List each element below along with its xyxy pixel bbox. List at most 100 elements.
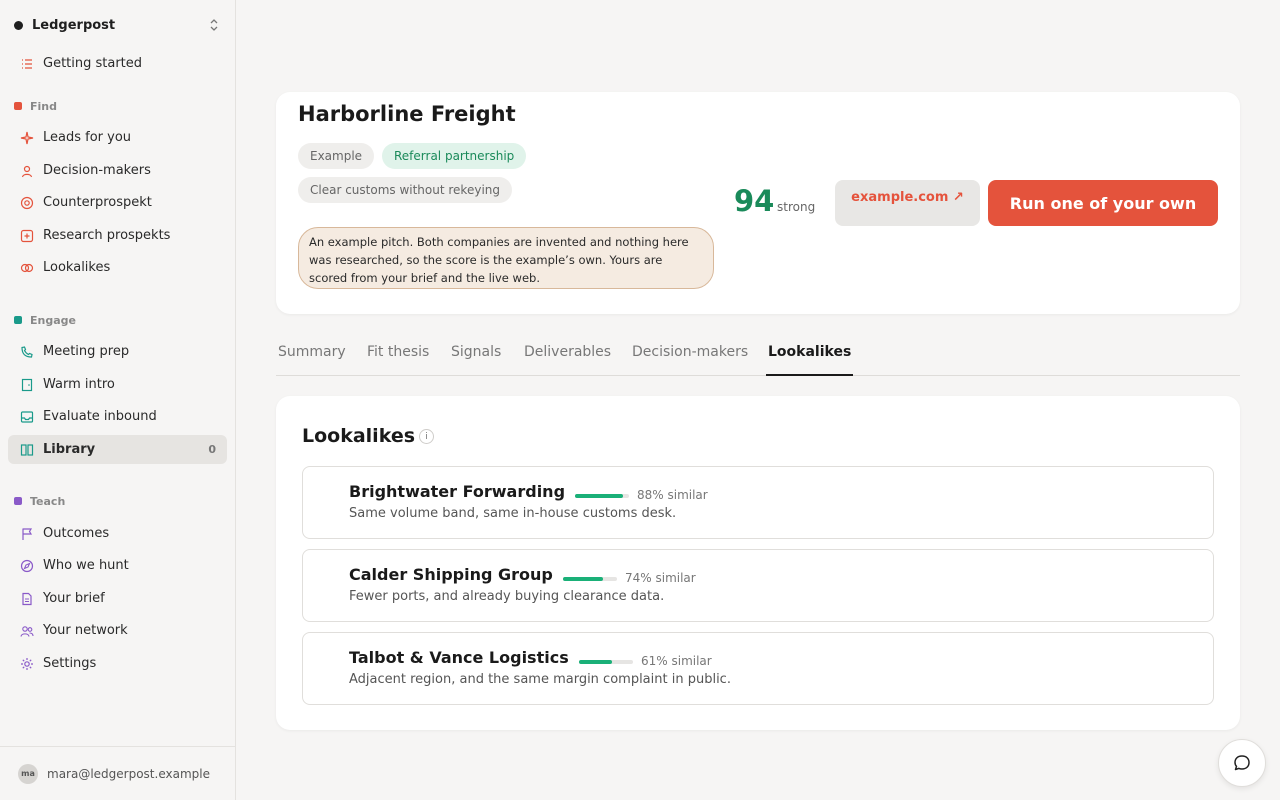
lookalike-description: Same volume band, same in-house customs … bbox=[349, 506, 677, 521]
sidebar-item-label: Lookalikes bbox=[43, 260, 111, 275]
sidebar-item-meeting-prep[interactable]: Meeting prep bbox=[8, 337, 227, 366]
similarity-bar bbox=[575, 494, 629, 498]
sidebar-item-label: Research prospekts bbox=[43, 228, 171, 243]
flag-icon bbox=[20, 527, 34, 541]
sidebar-item-label: Your brief bbox=[43, 591, 105, 606]
sidebar-item-label: Meeting prep bbox=[43, 344, 130, 359]
tab-signals[interactable]: Signals bbox=[449, 344, 503, 376]
sidebar-item-library[interactable]: Library 0 bbox=[8, 435, 227, 464]
section-find: Find bbox=[14, 99, 57, 113]
similarity-bar bbox=[563, 577, 617, 581]
section-marker bbox=[14, 316, 22, 324]
sidebar-item-label: Leads for you bbox=[43, 130, 132, 145]
sidebar: Ledgerpost Getting started Find Leads fo… bbox=[0, 0, 236, 800]
tab-decision-makers[interactable]: Decision-makers bbox=[630, 344, 750, 376]
user-email: mara@ledgerpost.example bbox=[47, 766, 210, 781]
lookalikes-title: Lookalikes bbox=[302, 425, 416, 447]
similarity-bar bbox=[579, 660, 633, 664]
tab-bar: Summary Fit thesis Signals Deliverables … bbox=[276, 340, 1240, 376]
user-account[interactable]: ma mara@ledgerpost.example bbox=[0, 746, 235, 800]
similarity-label: 61% similar bbox=[641, 654, 712, 668]
similarity-fill bbox=[563, 577, 603, 581]
sidebar-item-label: Getting started bbox=[43, 56, 143, 71]
section-teach: Teach bbox=[14, 494, 65, 508]
sidebar-item-your-network[interactable]: Your network bbox=[8, 616, 227, 645]
chat-bubble-icon bbox=[1234, 755, 1250, 771]
sidebar-item-decision-makers[interactable]: Decision-makers bbox=[8, 156, 227, 185]
sidebar-item-label: Warm intro bbox=[43, 377, 115, 392]
similarity-fill bbox=[575, 494, 623, 498]
sidebar-item-your-brief[interactable]: Your brief bbox=[8, 584, 227, 613]
fit-score-label: strong bbox=[777, 200, 816, 214]
gear-icon bbox=[20, 657, 34, 671]
fit-score: 94 bbox=[734, 184, 775, 218]
compass-icon bbox=[20, 559, 34, 573]
lookalike-name: Calder Shipping Group bbox=[349, 565, 553, 584]
lookalike-row[interactable]: Talbot & Vance Logistics 61% similar Adj… bbox=[302, 632, 1214, 705]
chat-button[interactable] bbox=[1218, 739, 1266, 787]
sidebar-item-label: Your network bbox=[43, 623, 128, 638]
sidebar-item-label: Settings bbox=[43, 656, 97, 671]
tab-deliverables[interactable]: Deliverables bbox=[522, 344, 613, 376]
sidebar-item-evaluate-inbound[interactable]: Evaluate inbound bbox=[8, 402, 227, 431]
section-marker bbox=[14, 497, 22, 505]
library-count: 0 bbox=[208, 443, 216, 456]
sidebar-item-warm-intro[interactable]: Warm intro bbox=[8, 370, 227, 399]
sidebar-item-lookalikes[interactable]: Lookalikes bbox=[8, 253, 227, 282]
tab-lookalikes[interactable]: Lookalikes bbox=[766, 344, 854, 376]
overlap-circles-icon bbox=[20, 261, 34, 275]
section-marker bbox=[14, 102, 22, 110]
sidebar-item-research-prospekts[interactable]: Research prospekts bbox=[8, 221, 227, 250]
tab-summary[interactable]: Summary bbox=[276, 344, 348, 376]
run-your-own-button[interactable]: Run one of your own bbox=[988, 180, 1218, 226]
section-engage: Engage bbox=[14, 313, 76, 327]
sidebar-item-counterprospekt[interactable]: Counterprospekt bbox=[8, 188, 227, 217]
sidebar-item-label: Library bbox=[43, 442, 96, 457]
tag-referral-partnership: Referral partnership bbox=[382, 143, 527, 169]
lookalike-description: Fewer ports, and already buying clearanc… bbox=[349, 589, 665, 604]
tab-fit-thesis[interactable]: Fit thesis bbox=[365, 344, 431, 376]
sparkle-icon bbox=[20, 131, 34, 145]
company-website-link[interactable]: example.com ↗ bbox=[835, 180, 980, 226]
tag-thesis: Clear customs without rekeying bbox=[298, 177, 512, 203]
lookalike-name: Talbot & Vance Logistics bbox=[349, 648, 569, 667]
sidebar-item-label: Who we hunt bbox=[43, 558, 129, 573]
phone-icon bbox=[20, 345, 34, 359]
sidebar-item-leads[interactable]: Leads for you bbox=[8, 123, 227, 152]
sidebar-item-label: Decision-makers bbox=[43, 163, 151, 178]
door-icon bbox=[20, 378, 34, 392]
list-icon bbox=[20, 57, 34, 71]
tag-example: Example bbox=[298, 143, 375, 169]
pitch-note: An example pitch. Both companies are inv… bbox=[298, 227, 714, 289]
lookalike-row[interactable]: Brightwater Forwarding 88% similar Same … bbox=[302, 466, 1214, 539]
lookalike-name: Brightwater Forwarding bbox=[349, 482, 566, 501]
sidebar-item-label: Evaluate inbound bbox=[43, 409, 157, 424]
chevron-updown-icon bbox=[210, 19, 218, 31]
company-header-card: Harborline Freight Example Referral part… bbox=[276, 92, 1240, 314]
section-label: Find bbox=[30, 99, 57, 113]
sidebar-item-label: Outcomes bbox=[43, 526, 110, 541]
similarity-label: 88% similar bbox=[637, 488, 708, 502]
lookalikes-card: Lookalikes i Brightwater Forwarding 88% … bbox=[276, 396, 1240, 730]
person-icon bbox=[20, 164, 34, 178]
similarity-fill bbox=[579, 660, 612, 664]
people-icon bbox=[20, 624, 34, 638]
lookalike-description: Adjacent region, and the same margin com… bbox=[349, 672, 731, 687]
section-label: Teach bbox=[30, 494, 66, 508]
workspace-name: Ledgerpost bbox=[32, 17, 116, 33]
lookalike-row[interactable]: Calder Shipping Group 74% similar Fewer … bbox=[302, 549, 1214, 622]
sidebar-item-settings[interactable]: Settings bbox=[8, 649, 227, 678]
plus-box-icon bbox=[20, 229, 34, 243]
workspace-switcher[interactable]: Ledgerpost bbox=[14, 14, 222, 36]
info-icon[interactable]: i bbox=[419, 429, 434, 444]
sidebar-item-outcomes[interactable]: Outcomes bbox=[8, 519, 227, 548]
workspace-dot bbox=[14, 20, 23, 30]
inbox-icon bbox=[20, 410, 34, 424]
sidebar-item-who-we-hunt[interactable]: Who we hunt bbox=[8, 551, 227, 580]
sidebar-item-getting-started[interactable]: Getting started bbox=[8, 49, 227, 78]
document-icon bbox=[20, 592, 34, 606]
sidebar-item-label: Counterprospekt bbox=[43, 195, 152, 210]
avatar: ma bbox=[18, 763, 38, 784]
target-icon bbox=[20, 196, 34, 210]
book-icon bbox=[20, 443, 34, 457]
